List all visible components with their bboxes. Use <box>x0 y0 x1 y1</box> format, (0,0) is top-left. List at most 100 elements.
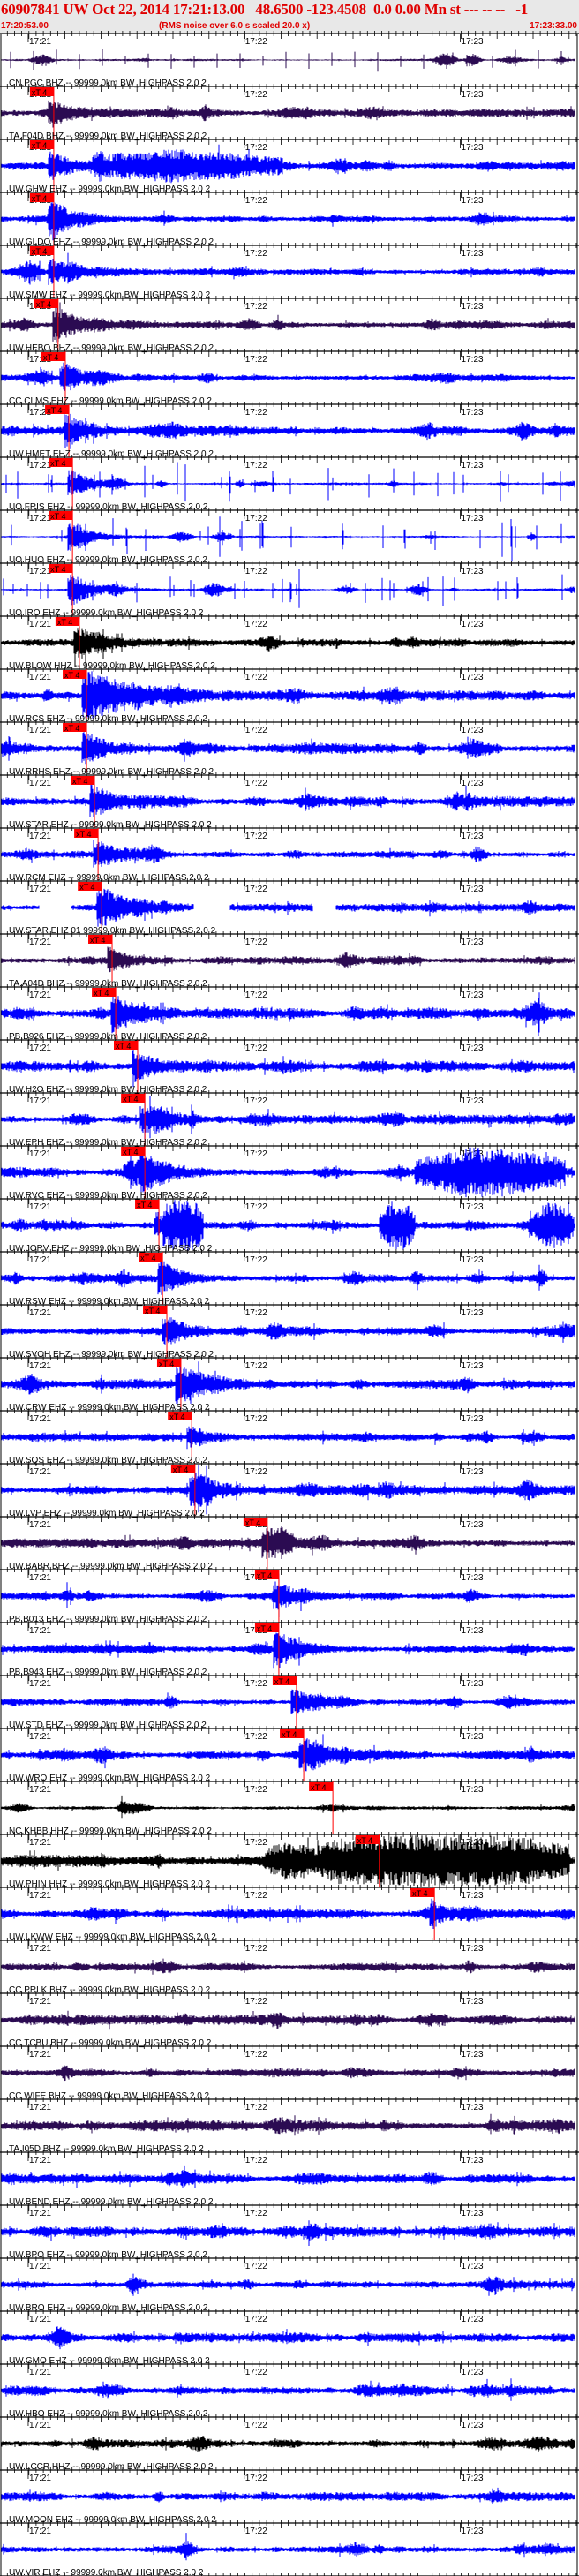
time-tick-label: 17:22 <box>245 726 267 735</box>
station-label: UW.CRW EHZ -- 99999.0km BW_HIGHPASS 2.0 … <box>9 1403 210 1412</box>
time-tick-label: 17:22 <box>245 1838 267 1848</box>
trace-panel: 17:21 17:22 17:23 UW.JORV EHZ -- 99999.0km … <box>0 1244 579 1305</box>
time-tick-label: 17:23 <box>462 990 484 1000</box>
time-tick-label: 17:21 <box>29 1361 51 1371</box>
pick-label: xT 4 <box>64 671 79 680</box>
station-label: UW.BEND EHZ -- 99999.0km BW_HIGHPASS 2.0… <box>9 2197 214 2207</box>
time-tick-label: 17:22 <box>245 673 267 682</box>
time-tick-label: 17:21 <box>29 726 51 735</box>
time-tick-label: 17:23 <box>462 567 484 576</box>
station-label: UW.HBO EHZ -- 99999.0km BW_HIGHPASS 2.0 … <box>9 2409 208 2419</box>
station-label: UW.STD EHZ -- 99999.0km BW_HIGHPASS 2.0 … <box>9 1721 207 1730</box>
station-label: UO.HUO EHZ -- 99999.0km BW_HIGHPASS 2.0 … <box>9 555 207 565</box>
pick-label: xT 4 <box>79 883 94 892</box>
waveform-trace <box>1 1898 575 1929</box>
trace-panel: 17:2117:2217:23UW.VIR EHZ -- 99999.0km B… <box>0 2568 579 2576</box>
waveform-trace <box>1 785 575 817</box>
pick-label: xT 4 <box>123 1148 138 1156</box>
waveform-trace <box>1 2010 575 2030</box>
time-tick-label: 17:22 <box>245 90 267 100</box>
waveform-trace <box>1 2165 575 2188</box>
time-tick-label: 17:23 <box>462 37 484 47</box>
waveform-trace <box>1 100 575 128</box>
time-tick-label: 17:22 <box>245 514 267 523</box>
waveform-trace <box>1 1426 575 1450</box>
trace-panel: 17:21 17:22 17:23UW.EPH EHZ -- 99999.0km B… <box>0 1138 579 1199</box>
time-tick-label: 17:23 <box>462 673 484 682</box>
waveform-trace <box>1 1261 575 1295</box>
waveform-trace <box>1 1632 575 1669</box>
station-label: UW.RRHS EHZ -- 99999.0km BW_HIGHPASS 2.0… <box>9 767 214 777</box>
time-tick-label: 17:22 <box>245 1096 267 1106</box>
time-tick-label: 17:22 <box>245 196 267 206</box>
time-tick-label: 17:23 <box>462 2474 484 2483</box>
pick-label: xT 4 <box>50 565 65 574</box>
waveform-trace <box>1 1958 575 1975</box>
time-tick-label: 17:23 <box>462 196 484 206</box>
time-tick-label: 17:22 <box>245 1997 267 2007</box>
time-tick-label: 17:21 <box>29 779 51 788</box>
station-label: UW.PHIN HHZ -- 99999.0km BW_HIGHPASS 2.0… <box>9 1879 211 1889</box>
top-trace-panel: 17:21 17:22 17:23 <box>0 31 579 72</box>
station-label: TA.I05D BHZ -- 99999.0km BW_HIGHPASS 2.0… <box>9 2144 204 2154</box>
waveform-trace <box>1 2326 575 2350</box>
waveform-trace <box>1 569 575 608</box>
time-tick-label: 17:22 <box>245 1202 267 1212</box>
waveform-trace <box>1 2487 575 2504</box>
time-tick-label: 17:23 <box>462 249 484 259</box>
trace-panel: 17:21 17:22 17:23 UW.GMO EHZ -- 99999.0km B… <box>0 2356 579 2401</box>
trace-panel: 17:21 17:22 17:23 UW.MOON EHZ -- 99999.0km … <box>0 2515 579 2561</box>
time-tick-label: 17:22 <box>245 1255 267 1265</box>
time-tick-label: 17:23 <box>462 1891 484 1901</box>
time-tick-label: 17:22 <box>245 567 267 576</box>
waveform-trace <box>1 1046 575 1088</box>
trace-panel: 17:21 17:22 17:23 UW.SQS EHZ -- 99999.0km B… <box>0 1456 579 1517</box>
station-label: UW.SMW EHZ -- 99999.0km BW_HIGHPASS 2.0 … <box>9 290 211 300</box>
station-label: UW.MOON EHZ -- 99999.0km BW_HIGHPASS 2.0… <box>9 2515 216 2525</box>
station-label: UW.EPH EHZ -- 99999.0km BW_HIGHPASS 2.0 … <box>9 1138 207 1148</box>
trace-panel: 17:21 17:22 17:23 UW.RVC EHZ -- 99999.0km B… <box>0 1191 579 1252</box>
pick-label: xT 4 <box>145 1307 160 1315</box>
time-tick-label: 17:21 <box>29 885 51 894</box>
pick-label: xT 4 <box>32 247 47 256</box>
time-tick-label: 17:23 <box>462 620 484 629</box>
station-label: UW.BPO EHZ -- 99999.0km BW_HIGHPASS 2.0 … <box>9 2250 207 2260</box>
time-tick-label: 17:21 <box>29 1891 51 1901</box>
waveform-trace <box>1 49 575 72</box>
time-tick-label: 17:23 <box>462 1626 484 1636</box>
waveform-trace <box>1 2113 575 2136</box>
time-tick-label: 17:21 <box>29 2050 51 2060</box>
waveform-trace <box>1 1147 575 1198</box>
pick-label: xT 4 <box>116 1042 131 1051</box>
trace-panel: 17:2117:2217:23UW.GHW EHZ -- 99999.0km B… <box>0 185 579 245</box>
trace-panel: 17:21 17:22 17:23 UW.RCM EHZ -- 99999.0km B… <box>0 873 579 934</box>
station-label: CC.TCBU BHZ -- 99999.0km BW_HIGHPASS 2.0… <box>9 2038 212 2048</box>
trace-panel: 17:21 17:22 17:23 UW.RCS EHZ -- 99999.0km B… <box>0 714 579 775</box>
time-tick-label: 17:21 <box>29 1944 51 1954</box>
time-tick-label: 17:23 <box>462 1308 484 1318</box>
time-tick-label: 17:21 <box>29 461 51 471</box>
waveform-trace <box>1 1465 575 1515</box>
trace-panel: 17:21 17:22 17:23 UW.CRW EHZ -- 99999.0km B… <box>0 1403 579 1464</box>
time-tick-label: 17:23 <box>462 408 484 418</box>
pick-label: xT 4 <box>140 1254 155 1262</box>
time-tick-label: 17:21 <box>29 2527 51 2536</box>
time-tick-label: 17:21 <box>29 2103 51 2113</box>
trace-panel: 17:21 17:22 17:23 UW.RRHS EHZ -- 99999.0km … <box>0 767 579 828</box>
time-tick-label: 17:21 <box>29 1679 51 1689</box>
time-tick-label: 17:22 <box>245 1679 267 1689</box>
time-tick-label: 17:21 <box>29 1096 51 1106</box>
time-tick-label: 17:22 <box>245 1308 267 1318</box>
waveform-trace <box>1 462 575 502</box>
time-tick-label: 17:22 <box>245 1944 267 1954</box>
time-tick-label: 17:22 <box>245 461 267 471</box>
waveform-trace <box>1 1361 575 1404</box>
station-label: CC.WIFE BHZ -- 99999.0km BW_HIGHPASS 2.0… <box>9 2091 210 2101</box>
time-tick-label: 17:23 <box>462 2421 484 2430</box>
waveform-trace <box>1 732 575 765</box>
trace-panel: 17:21 17:22 17:23 UW.LCCR HHZ -- 99999.0km … <box>0 2462 579 2504</box>
station-label: UW.RVC EHZ -- 99999.0km BW_HIGHPASS 2.0 … <box>9 1191 207 1201</box>
time-tick-label: 17:21 <box>29 1202 51 1212</box>
time-tick-label: 17:23 <box>462 1944 484 1954</box>
time-tick-label: 17:21 <box>29 1838 51 1848</box>
